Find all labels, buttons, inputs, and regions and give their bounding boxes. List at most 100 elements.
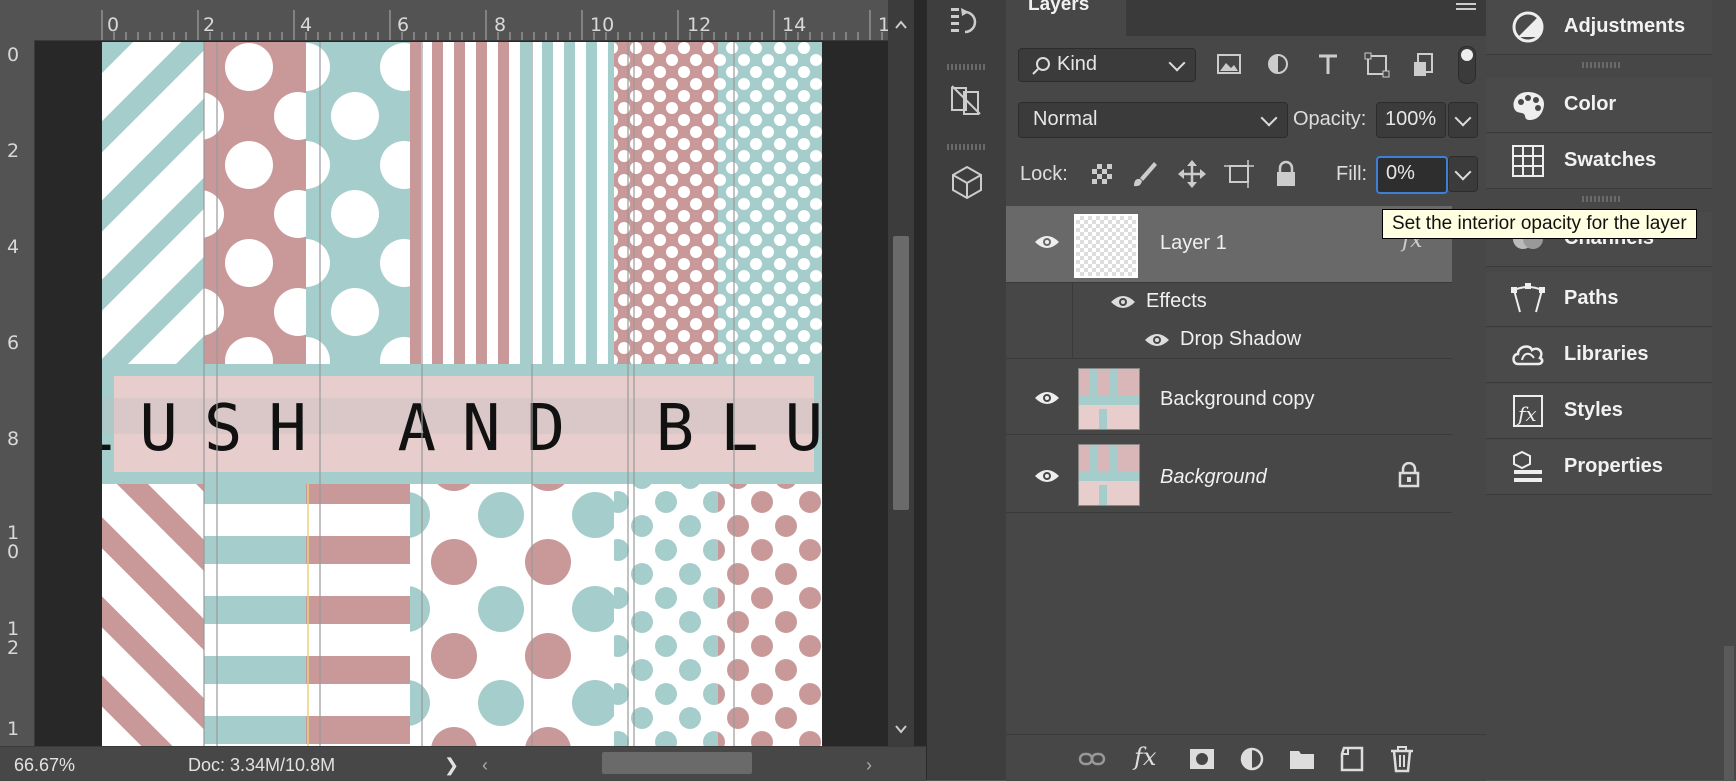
ruler-label: 8 [6, 428, 20, 450]
add-mask-icon[interactable] [1188, 745, 1216, 773]
layer-row-background[interactable]: Background [1006, 436, 1452, 513]
status-menu-arrow-icon[interactable]: ❯ [444, 755, 459, 776]
ruler-label: 12 [687, 14, 712, 36]
3d-cube-icon[interactable] [949, 164, 985, 200]
chevron-down-icon [1168, 54, 1186, 72]
filter-type-icon[interactable] [1316, 52, 1340, 76]
ruler-label: 4 [6, 236, 20, 258]
blend-mode-value: Normal [1033, 108, 1098, 130]
filter-toggle-switch[interactable] [1458, 46, 1476, 84]
delete-layer-trash-icon[interactable] [1388, 745, 1416, 773]
filter-adjustment-icon[interactable] [1266, 52, 1290, 76]
vertical-ruler[interactable]: 0 2 4 6 8 1 0 1 2 1 [0, 40, 35, 746]
panel-grip[interactable] [947, 64, 987, 70]
opacity-input[interactable]: 100% [1376, 102, 1446, 138]
lock-artboard-icon[interactable] [1224, 160, 1254, 188]
panel-grip[interactable] [1582, 62, 1622, 68]
panel-properties[interactable]: Properties [1486, 440, 1712, 495]
ruler-label: 2 [6, 140, 20, 162]
new-layer-icon[interactable] [1338, 745, 1366, 773]
ruler-label: 10 [590, 14, 615, 36]
layer-thumbnail[interactable] [1078, 368, 1140, 430]
ruler-label: 8 [494, 14, 507, 36]
fill-input[interactable]: 0% [1376, 156, 1448, 194]
tab-layers-label: Layers [1028, 0, 1090, 15]
status-bar: 66.67% Doc: 3.34M/10.8M ❯ ‹ › [0, 746, 926, 781]
search-icon [1032, 57, 1050, 75]
filter-smart-object-icon[interactable] [1412, 52, 1436, 78]
right-panel-dock: Adjustments Color Swatches Channels Path… [1486, 0, 1736, 780]
layers-panel: Layers Kind Normal Opacity: 100% Lock: F… [1006, 0, 1487, 781]
visibility-eye-icon[interactable] [1110, 294, 1136, 310]
add-layer-style-fx-icon[interactable]: fx [1134, 743, 1156, 771]
layer-thumbnail[interactable] [1078, 444, 1140, 506]
panel-styles[interactable]: fx Styles [1486, 384, 1712, 439]
ruler-label: 4 [300, 14, 313, 36]
layer-lock-icon[interactable] [1398, 462, 1420, 488]
panel-label: Swatches [1564, 149, 1657, 171]
paths-icon [1511, 283, 1545, 313]
filter-kind-dropdown[interactable]: Kind [1018, 48, 1196, 82]
layer-name[interactable]: Background [1160, 466, 1267, 489]
lock-image-pixels-icon[interactable] [1130, 160, 1158, 188]
visibility-eye-icon[interactable] [1034, 390, 1060, 406]
lock-all-icon[interactable] [1274, 160, 1298, 188]
blend-mode-dropdown[interactable]: Normal [1018, 102, 1288, 138]
chevron-down-icon [1454, 163, 1472, 181]
panel-adjustments[interactable]: Adjustments [1486, 0, 1712, 55]
ruler-label: 6 [6, 332, 20, 354]
panel-menu-icon[interactable] [1454, 0, 1478, 14]
vertical-scroll-thumb[interactable] [893, 236, 909, 510]
fill-value: 0% [1386, 162, 1415, 184]
panel-grip[interactable] [947, 144, 987, 150]
fill-tooltip: Set the interior opacity for the layer [1382, 209, 1697, 239]
visibility-eye-icon[interactable] [1034, 468, 1060, 484]
chevron-down-icon [1454, 109, 1472, 127]
libraries-cloud-icon [1512, 345, 1544, 366]
horizontal-scroll-thumb[interactable] [602, 752, 752, 774]
panel-color[interactable]: Color [1486, 78, 1712, 133]
opacity-slider-toggle[interactable] [1448, 102, 1478, 138]
document-canvas[interactable]: BLUSH AND BLUE [102, 42, 822, 746]
panel-label: Adjustments [1564, 15, 1686, 37]
layer-thumbnail[interactable] [1074, 214, 1138, 278]
visibility-eye-icon[interactable] [1144, 332, 1170, 348]
panel-label: Styles [1564, 399, 1623, 421]
scroll-right-icon[interactable]: › [866, 755, 872, 776]
horizontal-ruler[interactable]: 0 2 4 6 8 10 12 14 1 [0, 0, 888, 41]
filter-pixel-icon[interactable] [1216, 52, 1242, 76]
panel-dock-strip [926, 0, 1008, 780]
panel-paths[interactable]: Paths [1486, 272, 1712, 327]
panel-label: Libraries [1564, 343, 1649, 365]
color-palette-icon [1513, 92, 1544, 120]
panel-libraries[interactable]: Libraries [1486, 328, 1712, 383]
zoom-level[interactable]: 66.67% [14, 755, 75, 776]
ruler-label: 14 [782, 14, 807, 36]
panel-label: Properties [1564, 455, 1663, 477]
panel-grip[interactable] [1582, 196, 1622, 202]
effects-label: Effects [1146, 290, 1207, 312]
lock-position-icon[interactable] [1178, 160, 1206, 188]
layer-name[interactable]: Background copy [1160, 388, 1315, 411]
lock-transparent-pixels-icon[interactable] [1090, 162, 1114, 186]
ruler-label: 1 [6, 718, 20, 740]
filter-kind-label: Kind [1057, 53, 1098, 75]
visibility-eye-icon[interactable] [1034, 234, 1060, 250]
filter-shape-icon[interactable] [1364, 52, 1390, 78]
panel-swatches[interactable]: Swatches [1486, 134, 1712, 189]
ruler-label: 6 [397, 14, 410, 36]
history-brush-icon[interactable] [949, 4, 985, 40]
ruler-label: 2 [203, 14, 216, 36]
layer-name[interactable]: Layer 1 [1160, 232, 1227, 255]
scroll-left-icon[interactable]: ‹ [482, 755, 488, 776]
link-layers-icon[interactable] [1078, 745, 1106, 773]
timeline-icon[interactable] [949, 82, 985, 118]
layer-row-background-copy[interactable]: Background copy [1006, 358, 1452, 435]
tab-layers[interactable]: Layers [1006, 0, 1126, 36]
new-group-folder-icon[interactable] [1288, 745, 1316, 773]
new-adjustment-layer-icon[interactable] [1238, 745, 1266, 773]
opacity-value: 100% [1385, 108, 1437, 130]
drop-shadow-label: Drop Shadow [1180, 328, 1302, 350]
fill-slider-toggle[interactable] [1448, 156, 1478, 192]
right-panel-scrollbar[interactable] [1724, 646, 1734, 780]
